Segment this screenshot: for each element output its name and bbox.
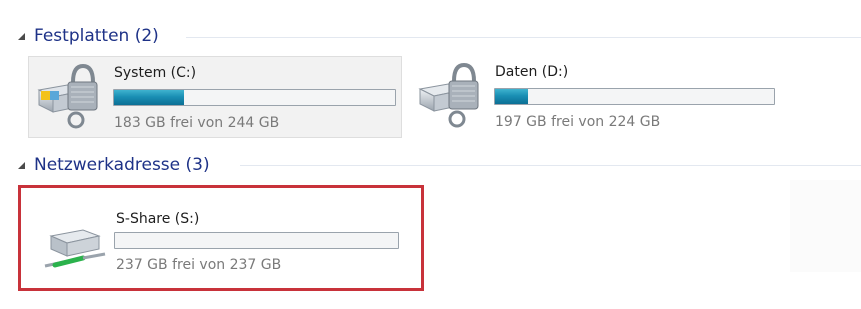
drive-usage-fill xyxy=(495,89,529,104)
locked-hard-drive-icon xyxy=(418,62,479,128)
drive-free-space: 183 GB frei von 244 GB xyxy=(114,115,280,131)
drive-usage-bar xyxy=(114,232,399,249)
drive-usage-bar xyxy=(494,88,775,105)
group-title: Netzwerkadresse (3) xyxy=(34,155,210,175)
drive-tile-s-share[interactable]: S-Share (S:) 237 GB frei von 237 GB xyxy=(18,185,424,291)
locked-system-drive-icon xyxy=(37,63,98,129)
group-header-festplatten[interactable]: Festplatten (2) xyxy=(18,24,159,48)
collapse-triangle-icon[interactable] xyxy=(18,32,25,40)
group-header-netzwerkadresse[interactable]: Netzwerkadresse (3) xyxy=(18,153,210,177)
drive-tile-system-c[interactable]: System (C:) 183 GB frei von 244 GB xyxy=(28,56,402,138)
drive-free-space: 237 GB frei von 237 GB xyxy=(116,257,282,273)
drive-name: System (C:) xyxy=(114,65,197,81)
drive-tile-daten-d[interactable]: Daten (D:) 197 GB frei von 224 GB xyxy=(410,56,784,138)
drive-usage-bar xyxy=(113,89,396,106)
drive-name: Daten (D:) xyxy=(495,64,569,80)
group-divider xyxy=(240,165,861,166)
group-divider xyxy=(186,37,861,38)
drive-name: S-Share (S:) xyxy=(116,211,200,227)
network-drive-icon xyxy=(44,229,106,268)
network-tile-placeholder xyxy=(790,180,861,272)
drive-usage-fill xyxy=(114,90,185,105)
group-title: Festplatten (2) xyxy=(34,26,159,46)
drive-free-space: 197 GB frei von 224 GB xyxy=(495,114,661,130)
collapse-triangle-icon[interactable] xyxy=(18,161,25,169)
